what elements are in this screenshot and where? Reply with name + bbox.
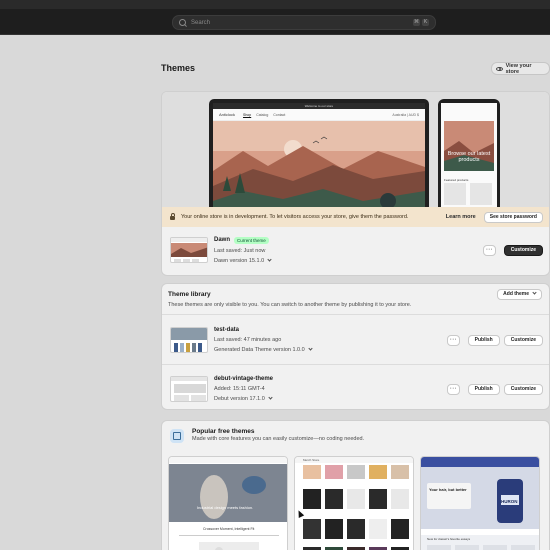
divider — [162, 314, 549, 315]
chevron-down-icon — [268, 395, 273, 400]
preview-nav-item: Catalog — [256, 112, 269, 117]
chevron-down-icon — [532, 290, 537, 295]
library-theme-row: debut-vintage-theme Added: 15:11 GMT-4 D… — [162, 366, 549, 409]
theme-version-dropdown[interactable]: Dawn version 15.1.0 — [214, 256, 483, 264]
laptop-preview: Welcome to our store Anticlock Shop Cata… — [209, 99, 429, 211]
divider — [162, 364, 549, 365]
preview-nav-item: Shop — [243, 112, 252, 117]
phone-hero-image — [444, 121, 494, 171]
customize-button[interactable]: Customize — [503, 244, 543, 256]
chevron-down-icon — [267, 256, 272, 262]
search-placeholder: Search — [191, 19, 211, 26]
theme-library-card: Theme library These themes are only visi… — [161, 283, 550, 410]
publish-button[interactable]: Publish — [467, 334, 500, 346]
theme-name: test-data — [214, 327, 240, 333]
popular-theme-preview[interactable]: Merch Store — [294, 456, 414, 550]
theme-library-title: Theme library — [168, 291, 211, 298]
product-placeholder — [444, 183, 466, 205]
theme-preview[interactable]: Welcome to our store Anticlock Shop Cata… — [162, 92, 549, 211]
phone-hero-text: Browse our latest products — [447, 151, 491, 163]
library-theme-row: test-data Last saved: 47 minutes ago Gen… — [162, 317, 549, 363]
phone-preview: Browse our latest products Featured prod… — [438, 99, 500, 211]
more-actions-button[interactable]: ··· — [482, 244, 496, 256]
popular-themes-subtitle: Made with core features you can easily c… — [192, 436, 365, 442]
more-actions-button[interactable]: ··· — [446, 334, 460, 346]
see-store-password-button[interactable]: See store password — [483, 211, 543, 223]
theme-store-icon — [170, 429, 184, 443]
theme-library-subtitle: These themes are only visible to you. Yo… — [168, 302, 412, 308]
lock-icon — [170, 213, 175, 220]
theme-thumbnail — [170, 327, 208, 353]
theme-name: Dawn — [214, 237, 231, 243]
customize-button[interactable]: Customize — [503, 383, 543, 395]
current-theme-row: Dawn Current theme Last saved: Just now … — [162, 227, 549, 273]
theme-last-saved: Last saved: 47 minutes ago — [214, 337, 282, 343]
view-store-button[interactable]: View your store — [491, 62, 550, 75]
preview-brand: HURON — [501, 499, 518, 504]
shortcut-key-cmd: ⌘ — [413, 19, 420, 26]
preview-nav: Anticlock Shop Catalog Contact Australia… — [213, 109, 425, 121]
title-strip — [0, 0, 550, 9]
learn-more-link[interactable]: Learn more — [446, 214, 476, 220]
more-actions-button[interactable]: ··· — [446, 383, 460, 395]
theme-thumbnail — [170, 376, 208, 402]
chevron-down-icon — [308, 346, 313, 351]
search-bar[interactable]: Search ⌘ K — [172, 15, 436, 30]
theme-last-saved: Last saved: Just now — [214, 247, 266, 254]
popular-theme-preview[interactable]: Industrial design meets fashion. Crossov… — [168, 456, 288, 550]
search-icon — [179, 19, 186, 26]
hero-landscape-image — [213, 121, 425, 211]
theme-version-dropdown[interactable]: Debut version 17.1.0 — [214, 395, 447, 402]
current-theme-thumbnail — [170, 237, 208, 263]
popular-theme-preview[interactable]: Your hair, but better HURON New for clas… — [420, 456, 540, 550]
preview-brand: Anticlock — [219, 112, 236, 117]
preview-nav-item: Contact — [273, 112, 286, 117]
theme-version-dropdown[interactable]: Generated Data Theme version 1.0.0 — [214, 346, 447, 353]
theme-added: Added: 15:11 GMT-4 — [214, 386, 265, 392]
view-store-label: View your store — [505, 62, 532, 75]
banner-message: Your online store is in development. To … — [181, 214, 409, 220]
top-bar: Search ⌘ K — [0, 0, 550, 35]
development-banner: Your online store is in development. To … — [162, 207, 549, 227]
preview-currency: Australia | AUD $ — [392, 112, 419, 117]
customize-button[interactable]: Customize — [503, 334, 543, 346]
phone-featured-label: Featured products — [444, 178, 469, 182]
current-theme-card: Welcome to our store Anticlock Shop Cata… — [161, 91, 550, 276]
eye-icon — [496, 66, 503, 71]
preview-subcaption: Crossover Moment, Intelligent Fit — [203, 527, 255, 531]
publish-button[interactable]: Publish — [467, 383, 500, 395]
popular-themes-title: Popular free themes — [192, 428, 255, 435]
add-theme-button[interactable]: Add theme — [497, 289, 542, 300]
shortcut-key-k: K — [422, 19, 429, 26]
current-theme-badge: Current theme — [234, 236, 269, 244]
preview-caption: Industrial design meets fashion. — [197, 505, 254, 510]
preview-caption: Merch Store — [303, 458, 320, 462]
theme-name: debut-vintage-theme — [214, 376, 274, 382]
product-placeholder — [470, 183, 492, 205]
preview-strip-text: New for classic's favorite essays — [427, 537, 471, 541]
preview-caption: Your hair, but better — [429, 487, 467, 492]
page-title: Themes — [161, 63, 196, 73]
popular-themes-card: Popular free themes Made with core featu… — [161, 420, 550, 550]
